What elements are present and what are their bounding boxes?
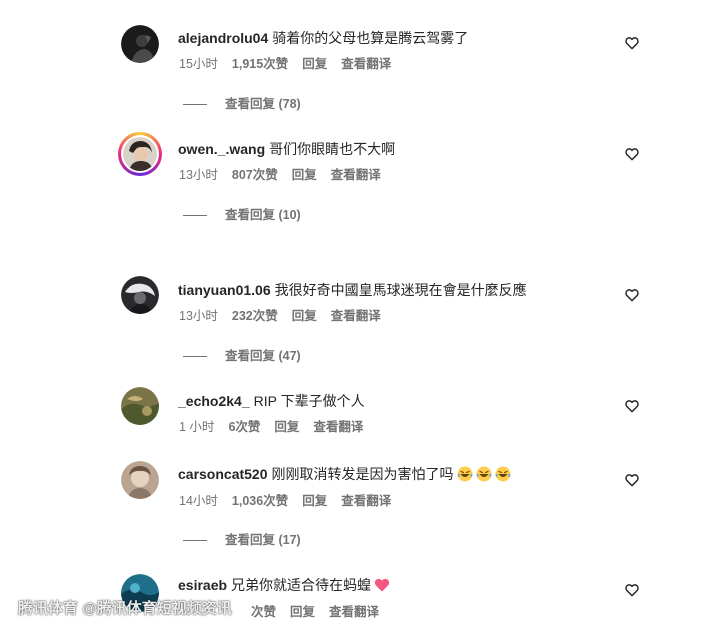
like-count[interactable]: 232次赞: [232, 309, 278, 323]
view-replies-label: 查看回复 (47): [225, 349, 301, 363]
reply-button[interactable]: 回复: [292, 168, 317, 182]
comment-text: 我很好奇中國皇馬球迷現在會是什麼反應: [274, 282, 527, 298]
heart-icon[interactable]: [624, 398, 640, 414]
heart-icon[interactable]: [624, 287, 640, 303]
heart-icon[interactable]: [624, 35, 640, 51]
timestamp: 1 小时: [179, 420, 215, 434]
reply-button[interactable]: 回复: [302, 57, 327, 71]
heart-icon[interactable]: [624, 146, 640, 162]
comment-text: 刚刚取消转发是因为害怕了吗: [271, 466, 454, 482]
avatar[interactable]: [121, 461, 159, 499]
comment-line: _echo2k4_ RIP 下辈子做个人: [178, 392, 365, 410]
comment-text: 哥们你眼睛也不大啊: [269, 141, 396, 157]
like-count[interactable]: 1,036次赞: [232, 494, 288, 508]
laughing-crying-emoji-icon: [457, 466, 473, 482]
comment-meta: 14小时 1,036次赞 回复 查看翻译: [179, 493, 405, 509]
watermark: 腾讯体育 @腾讯体育短视频资讯: [18, 600, 232, 617]
avatar[interactable]: [121, 387, 159, 425]
view-replies-label: 查看回复 (17): [225, 533, 301, 547]
avatar-story-ring[interactable]: [118, 132, 162, 176]
see-translation-button[interactable]: 查看翻译: [331, 168, 381, 182]
reply-button[interactable]: 回复: [302, 494, 327, 508]
view-replies-label: 查看回复 (10): [225, 208, 301, 222]
comment-meta: 13小时 232次赞 回复 查看翻译: [179, 308, 395, 324]
like-count[interactable]: 807次赞: [232, 168, 278, 182]
comment-meta: 15小时 1,915次赞 回复 查看翻译: [179, 56, 405, 72]
reply-button[interactable]: 回复: [290, 605, 315, 619]
divider-line: [183, 215, 207, 217]
avatar[interactable]: [121, 25, 159, 63]
comment-line: esiraeb 兄弟你就适合待在蚂蝗: [178, 576, 390, 594]
like-count[interactable]: 6次赞: [228, 420, 260, 434]
laughing-crying-emoji-icon: [476, 466, 492, 482]
timestamp: 13小时: [179, 309, 218, 323]
pink-heart-emoji-icon: [374, 578, 390, 592]
username-link[interactable]: owen._.wang: [178, 141, 265, 157]
comment-meta: 次赞 回复 查看翻译: [251, 604, 393, 620]
comment-meta: 13小时 807次赞 回复 查看翻译: [179, 167, 395, 183]
avatar: [123, 137, 157, 171]
comment-line: tianyuan01.06 我很好奇中國皇馬球迷現在會是什麼反應: [178, 281, 527, 299]
see-translation-button[interactable]: 查看翻译: [329, 605, 379, 619]
username-link[interactable]: tianyuan01.06: [178, 282, 271, 298]
heart-icon[interactable]: [624, 582, 640, 598]
see-translation-button[interactable]: 查看翻译: [331, 309, 381, 323]
timestamp: 15小时: [179, 57, 218, 71]
avatar[interactable]: [121, 276, 159, 314]
comment-line: owen._.wang 哥们你眼睛也不大啊: [178, 140, 395, 158]
view-replies-button[interactable]: 查看回复 (78): [183, 96, 301, 112]
see-translation-button[interactable]: 查看翻译: [341, 494, 391, 508]
comment-meta: 1 小时 6次赞 回复 查看翻译: [179, 419, 377, 435]
like-count[interactable]: 1,915次赞: [232, 57, 288, 71]
divider-line: [183, 104, 207, 106]
heart-icon[interactable]: [624, 472, 640, 488]
timestamp: 14小时: [179, 494, 218, 508]
see-translation-button[interactable]: 查看翻译: [313, 420, 363, 434]
view-replies-button[interactable]: 查看回复 (17): [183, 532, 301, 548]
username-link[interactable]: carsoncat520: [178, 466, 268, 482]
username-link[interactable]: _echo2k4_: [178, 393, 250, 409]
comment-text: 兄弟你就适合待在蚂蝗: [231, 577, 372, 593]
divider-line: [183, 540, 207, 542]
like-count[interactable]: 次赞: [251, 605, 276, 619]
comment-line: alejandrolu04 骑着你的父母也算是腾云驾雾了: [178, 29, 468, 47]
see-translation-button[interactable]: 查看翻译: [341, 57, 391, 71]
reply-button[interactable]: 回复: [274, 420, 299, 434]
comment-line: carsoncat520 刚刚取消转发是因为害怕了吗: [178, 465, 511, 483]
view-replies-label: 查看回复 (78): [225, 97, 301, 111]
username-link[interactable]: alejandrolu04: [178, 30, 268, 46]
comment-text: 骑着你的父母也算是腾云驾雾了: [272, 30, 469, 46]
laughing-crying-emoji-icon: [495, 466, 511, 482]
username-link[interactable]: esiraeb: [178, 577, 227, 593]
divider-line: [183, 356, 207, 358]
timestamp: 13小时: [179, 168, 218, 182]
comment-text: RIP 下辈子做个人: [253, 393, 365, 409]
view-replies-button[interactable]: 查看回复 (47): [183, 348, 301, 364]
view-replies-button[interactable]: 查看回复 (10): [183, 207, 301, 223]
reply-button[interactable]: 回复: [292, 309, 317, 323]
